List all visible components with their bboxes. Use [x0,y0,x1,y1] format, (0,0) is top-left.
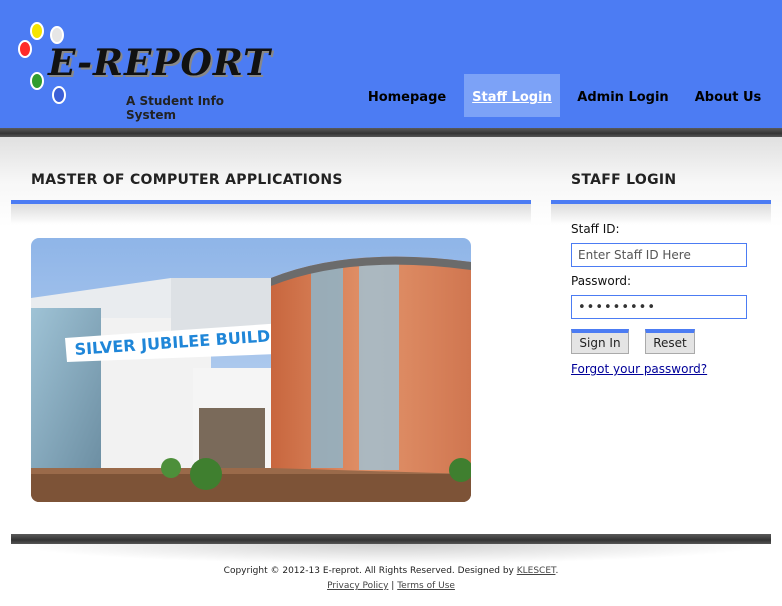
login-section-rule [551,200,771,224]
password-label: Password: [571,274,632,288]
privacy-policy-link[interactable]: Privacy Policy [327,581,388,591]
footer-shadow [11,544,771,564]
footer-separator: | [391,581,395,591]
designer-link[interactable]: KLESCET [517,566,556,576]
nav-admin-login[interactable]: Admin Login [574,74,672,117]
terms-of-use-link[interactable]: Terms of Use [397,581,455,591]
building-photo: SILVER JUBILEE BUILDING [31,238,471,502]
building-illustration: SILVER JUBILEE BUILDING [31,238,471,502]
copyright-prefix: Copyright © 2012-13 E-reprot. All Rights… [223,566,517,576]
footer-links: Privacy Policy | Terms of Use [0,581,782,591]
logo-dot-red [18,40,32,58]
main-section-title: MASTER OF COMPUTER APPLICATIONS [31,172,343,188]
main-section-rule [11,200,531,224]
staff-id-input[interactable] [571,243,747,267]
logo-dot-yellow [30,22,44,40]
footer-divider [11,534,771,544]
copyright-text: Copyright © 2012-13 E-reprot. All Rights… [0,566,782,576]
nav-about-us[interactable]: About Us [686,74,770,117]
sign-in-button[interactable]: Sign In [571,329,629,354]
site-header: E-REPORT A Student Info System Homepage … [0,0,782,128]
password-input[interactable] [571,295,747,319]
main-nav: Homepage Staff Login Admin Login About U… [0,74,782,117]
header-divider [0,128,782,137]
copyright-suffix: . [555,566,559,576]
nav-homepage[interactable]: Homepage [362,74,452,117]
staff-id-label: Staff ID: [571,222,620,236]
reset-button[interactable]: Reset [645,329,695,354]
login-title: STAFF LOGIN [571,172,677,188]
nav-staff-login[interactable]: Staff Login [464,74,560,117]
forgot-password-link[interactable]: Forgot your password? [571,362,707,376]
